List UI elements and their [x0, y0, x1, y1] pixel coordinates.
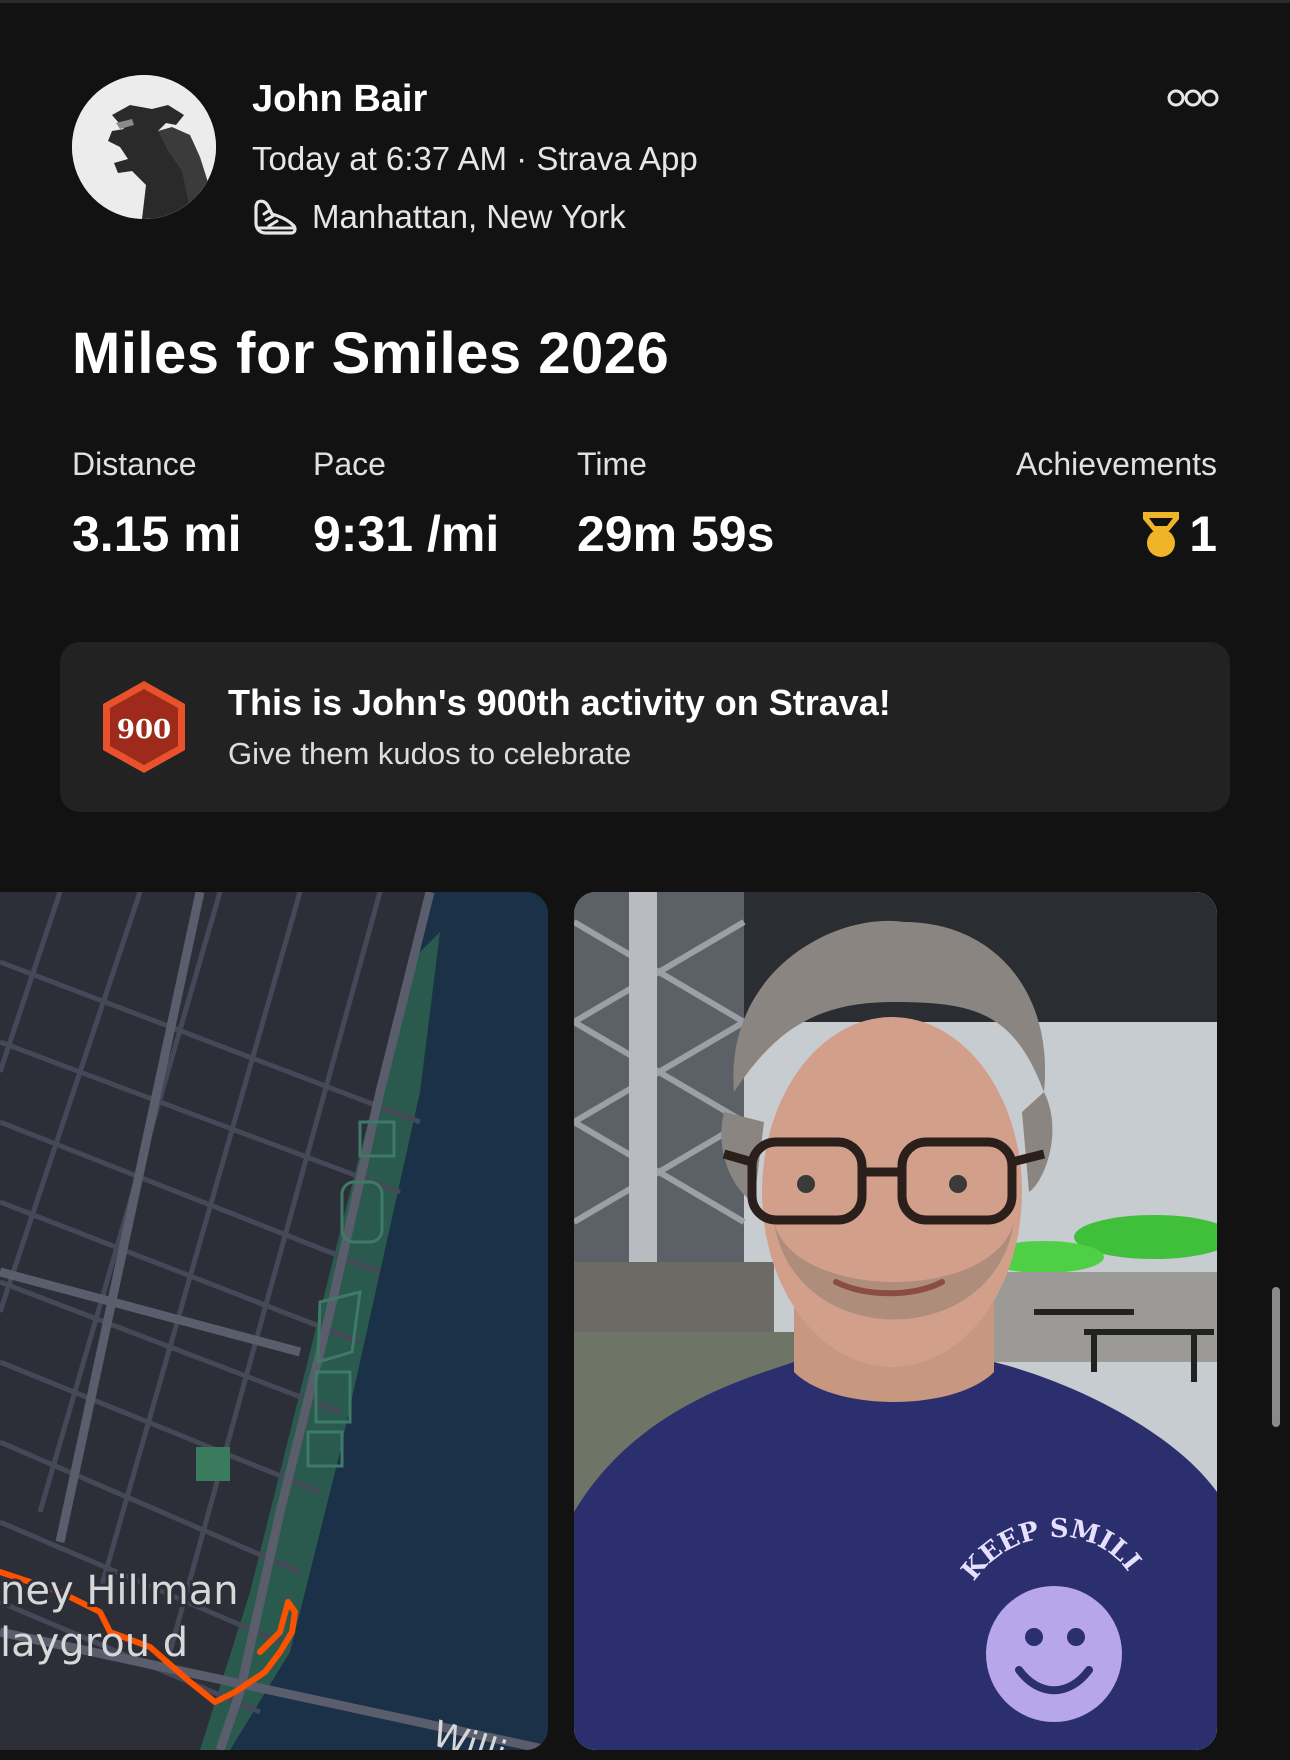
map-label-playground: laygrou d [0, 1620, 188, 1666]
activity-photo[interactable]: KEEP SMILING [574, 892, 1217, 1750]
stat-label: Achievements [1016, 446, 1217, 482]
stat-distance: Distance 3.15 mi [72, 446, 242, 563]
milestone-subtitle: Give them kudos to celebrate [228, 736, 632, 771]
milestone-badge-icon: 900 [103, 681, 185, 773]
more-options-icon [1167, 89, 1219, 107]
stat-time: Time 29m 59s [577, 446, 774, 563]
location-text: Manhattan, New York [312, 198, 626, 235]
map-label-park: ney Hillman [0, 1568, 239, 1614]
route-map[interactable]: ney Hillman ney Hillman laygrou d Willi [0, 892, 548, 1750]
activity-title[interactable]: Miles for Smiles 2026 [72, 320, 669, 387]
scrollbar[interactable] [1272, 1287, 1280, 1427]
medal-icon [1143, 512, 1180, 557]
stat-value: 29m 59s [577, 506, 775, 562]
stat-pace: Pace 9:31 /mi [313, 446, 499, 563]
stat-value: 1 [1189, 506, 1217, 562]
stat-value: 3.15 mi [72, 506, 242, 562]
stat-label: Time [577, 446, 647, 482]
athlete-name[interactable]: John Bair [252, 78, 427, 121]
location-row: Manhattan, New York [252, 196, 626, 238]
stat-value: 9:31 /mi [313, 506, 500, 562]
stat-achievements[interactable]: Achievements 1 [1016, 446, 1217, 563]
milestone-badge-number: 900 [117, 715, 171, 745]
stat-label: Distance [72, 446, 197, 482]
milestone-card[interactable]: 900 This is John's 900th activity on Str… [60, 642, 1230, 812]
running-shoe-icon [254, 199, 297, 235]
milestone-title: This is John's 900th activity on Strava! [228, 682, 891, 723]
avatar[interactable] [72, 75, 216, 219]
activity-meta: Today at 6:37 AM · Strava App [252, 140, 698, 177]
stat-label: Pace [313, 446, 386, 482]
top-divider [0, 0, 1290, 3]
more-options-button[interactable] [1162, 80, 1224, 116]
